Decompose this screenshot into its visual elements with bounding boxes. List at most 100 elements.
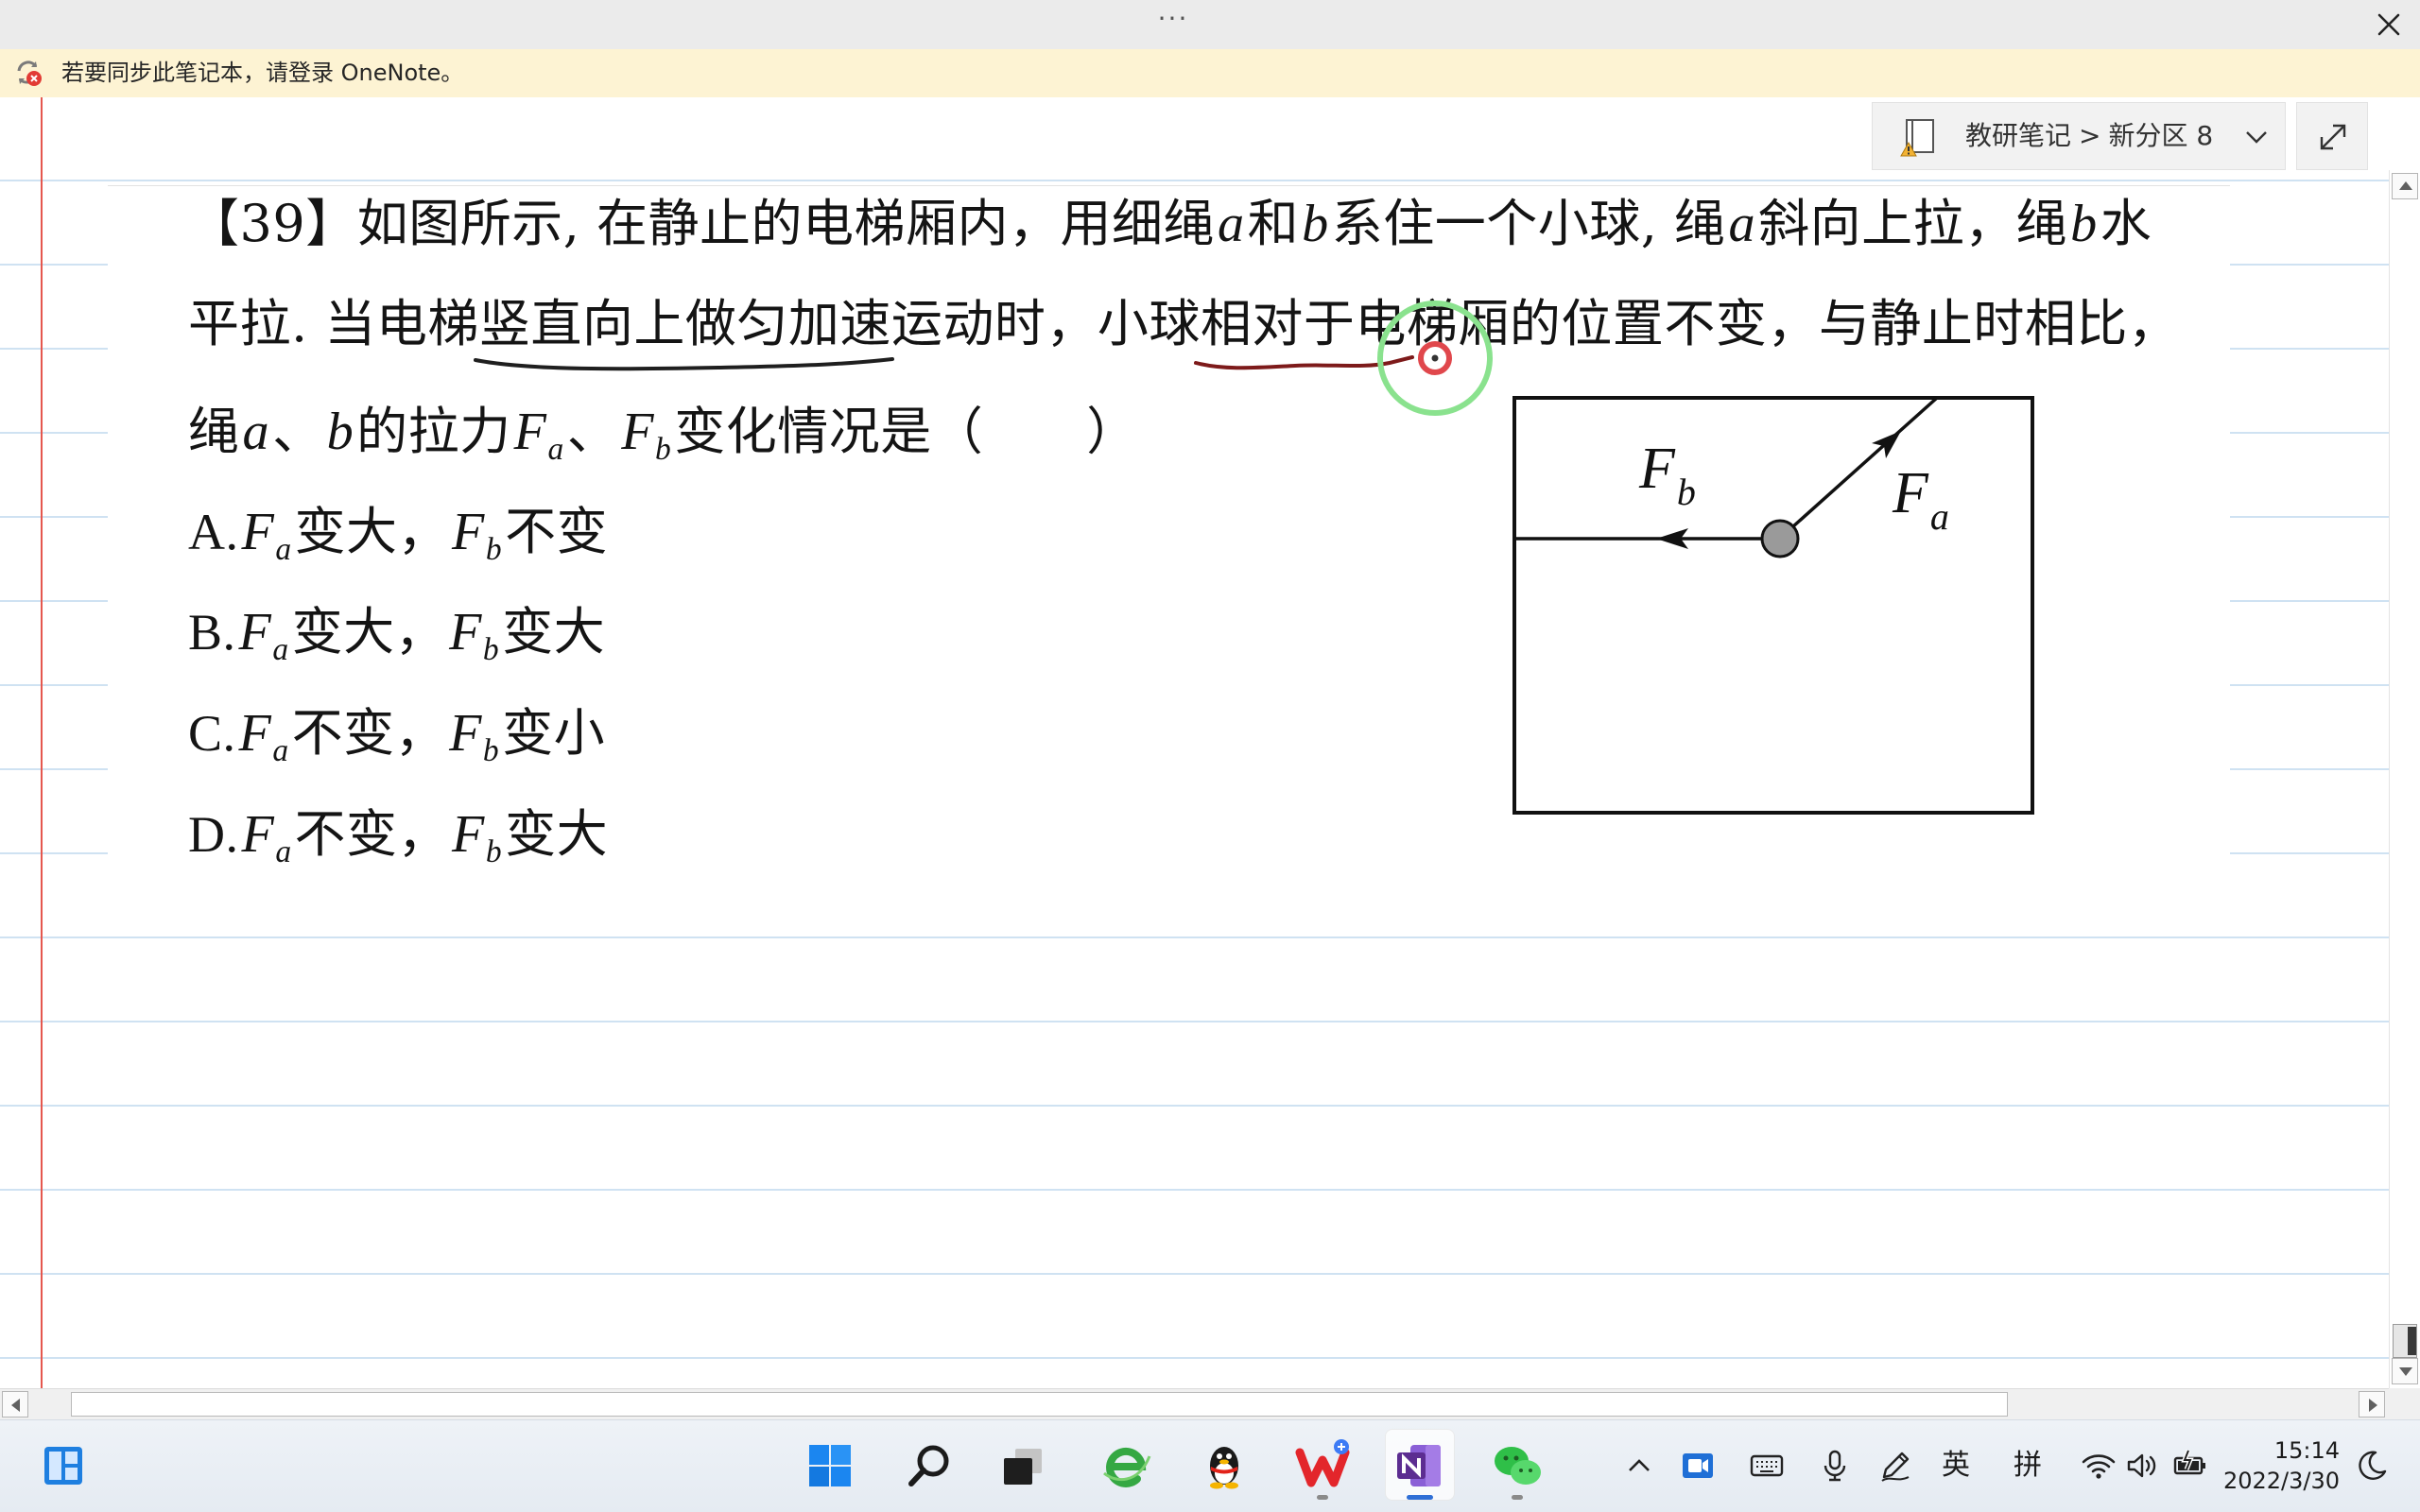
wechat-button[interactable]	[1487, 1435, 1547, 1496]
math-subscript: b	[482, 732, 500, 768]
math-subscript: a	[272, 631, 289, 667]
question-text: 系住一个小球, 绳	[1331, 194, 1726, 253]
math-subscript: a	[275, 833, 292, 869]
math-variable: F	[238, 603, 272, 662]
scroll-thumb-grip	[2408, 1327, 2416, 1355]
focus-assist-button[interactable]	[2353, 1447, 2391, 1485]
wechat-icon	[1495, 1447, 1541, 1485]
close-icon	[2377, 13, 2400, 36]
scroll-right-button[interactable]	[2359, 1391, 2385, 1418]
screen-record-button[interactable]	[1679, 1447, 1717, 1485]
scroll-left-button[interactable]	[2, 1391, 28, 1418]
task-view-button[interactable]	[993, 1435, 1053, 1496]
browser-button[interactable]	[1097, 1435, 1157, 1496]
question-text: B.	[188, 604, 236, 661]
page-margin-line	[41, 97, 43, 1388]
task-view-icon	[1004, 1449, 1042, 1485]
math-variable: F	[621, 403, 655, 461]
vertical-scrollbar[interactable]	[2389, 170, 2420, 1388]
onenote-icon	[1397, 1445, 1441, 1486]
math-subscript: a	[547, 431, 564, 467]
math-subscript: a	[272, 732, 289, 768]
question-text: 变化情况是（ ）	[674, 402, 1138, 461]
scroll-down-button[interactable]	[2392, 1358, 2418, 1384]
show-hidden-icons-button[interactable]	[1620, 1447, 1658, 1485]
clock-date[interactable]: 2022/3/30	[2151, 1465, 2340, 1497]
question-text: D.	[188, 806, 239, 863]
touch-keyboard-button[interactable]	[1748, 1447, 1786, 1485]
browser-icon	[1103, 1448, 1151, 1487]
moon-icon	[2359, 1451, 2387, 1480]
microphone-icon	[1824, 1450, 1846, 1482]
close-button[interactable]	[2369, 6, 2409, 43]
question-text: 不变，	[291, 705, 447, 762]
math-variable: F	[241, 805, 275, 864]
pen-menu-button[interactable]	[1876, 1447, 1914, 1485]
math-subscript: b	[655, 431, 672, 467]
start-button[interactable]	[800, 1435, 860, 1496]
onenote-active-indicator	[1407, 1495, 1433, 1500]
more-options-button[interactable]: ···	[1140, 2, 1206, 40]
clock-time[interactable]: 15:14	[2151, 1435, 2340, 1467]
horizontal-scroll-thumb[interactable]	[71, 1392, 2008, 1417]
question-text: 水	[2100, 194, 2152, 253]
breadcrumb-path[interactable]: 教研笔记 > 新分区 8	[1965, 103, 2221, 169]
network-button[interactable]	[2080, 1447, 2118, 1485]
math-variable: b	[326, 403, 354, 461]
question-text: 变小	[502, 705, 606, 762]
math-variable: F	[452, 805, 485, 864]
sync-notification-text[interactable]: 若要同步此笔记本，请登录 OneNote。	[61, 49, 463, 97]
ime-mode-indicator[interactable]: 拼	[2007, 1443, 2048, 1488]
option-a: A.Fa变大，Fb不变	[188, 502, 609, 567]
scroll-up-button[interactable]	[2392, 173, 2418, 199]
question-text: 的拉力	[356, 402, 511, 461]
question-text: 【39】如图所示, 在静止的电梯厢内，用细绳	[188, 194, 1216, 253]
pen-icon	[1881, 1452, 1910, 1482]
question-line-3: 绳a、b的拉力Fa、Fb变化情况是（ ）	[188, 402, 1138, 467]
math-variable: b	[1302, 195, 1329, 253]
expand-icon	[2320, 124, 2346, 150]
microphone-button[interactable]	[1816, 1447, 1854, 1485]
question-text: 变大	[505, 806, 609, 863]
qq-button[interactable]	[1194, 1435, 1254, 1496]
question-text: 不变	[505, 504, 609, 560]
breadcrumb[interactable]: 教研笔记 > 新分区 8	[1872, 102, 2286, 170]
math-variable: F	[241, 503, 275, 561]
math-variable: F	[238, 704, 272, 763]
vertical-scroll-thumb[interactable]	[2393, 1324, 2417, 1358]
horizontal-scrollbar[interactable]	[0, 1388, 2389, 1419]
question-text: 不变，	[294, 806, 450, 863]
math-variable: b	[2070, 195, 2098, 253]
screen-record-icon	[1683, 1453, 1713, 1478]
math-variable: a	[242, 403, 270, 461]
math-subscript: b	[482, 631, 500, 667]
wifi-icon	[2082, 1454, 2116, 1479]
onenote-button[interactable]	[1390, 1435, 1450, 1496]
option-b: B.Fa变大，Fb变大	[188, 602, 605, 667]
wps-button[interactable]	[1292, 1435, 1353, 1496]
widgets-button[interactable]	[33, 1435, 94, 1496]
breadcrumb-section[interactable]: 新分区 8	[2108, 120, 2213, 151]
wechat-running-indicator	[1512, 1495, 1523, 1500]
question-text: A.	[188, 504, 239, 560]
question-text: 斜向上拉，绳	[1758, 194, 2068, 253]
math-subscript: b	[485, 531, 503, 567]
breadcrumb-notebook[interactable]: 教研笔记	[1965, 120, 2071, 151]
option-d: D.Fa不变，Fb变大	[188, 804, 609, 869]
math-variable: a	[1728, 195, 1756, 253]
question-text: 和	[1247, 194, 1300, 253]
sync-notification-bar: 若要同步此笔记本，请登录 OneNote。	[0, 49, 2420, 97]
question-text: 、	[272, 402, 324, 461]
chevron-up-icon	[1629, 1459, 1650, 1471]
search-icon	[908, 1445, 949, 1486]
math-variable: F	[513, 403, 547, 461]
chevron-down-icon[interactable]	[2243, 124, 2270, 150]
widgets-icon	[44, 1447, 82, 1485]
question-line-2: 平拉. 当电梯竖直向上做匀加速运动时，小球相对于电梯厢的位置不变，与静止时相比，	[188, 294, 2179, 354]
expand-button[interactable]	[2296, 102, 2368, 170]
math-variable: F	[449, 704, 482, 763]
ime-language-indicator[interactable]: 英	[1935, 1443, 1977, 1488]
qq-icon	[1210, 1447, 1238, 1489]
question-text: 绳	[188, 402, 240, 461]
search-button[interactable]	[899, 1435, 959, 1496]
